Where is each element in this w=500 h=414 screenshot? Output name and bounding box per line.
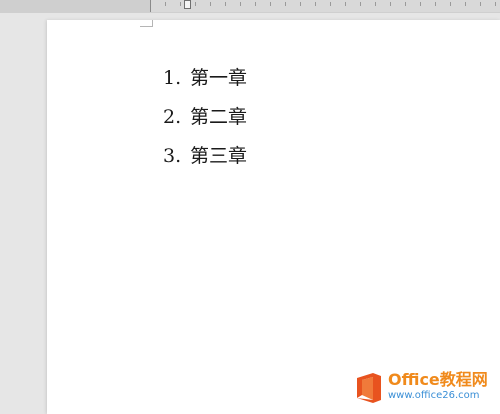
- list-item-number: 2.: [163, 106, 182, 128]
- list-item-text: 第一章: [190, 67, 248, 89]
- document-page[interactable]: 1. 第一章 2. 第二章 3. 第三章 Office教程网 www.office26…: [47, 20, 500, 414]
- list-item[interactable]: 2. 第二章: [163, 103, 247, 142]
- list-item-number: 3.: [163, 145, 182, 167]
- list-item-text: 第二章: [190, 106, 248, 128]
- watermark-title: Office教程网: [388, 370, 488, 389]
- page-corner-mark: [140, 20, 153, 27]
- site-watermark: Office教程网 www.office26.com: [354, 370, 494, 406]
- ruler-ticks: [151, 0, 500, 12]
- office-logo-icon: [357, 373, 381, 403]
- horizontal-ruler[interactable]: [0, 0, 500, 13]
- numbered-list: 1. 第一章 2. 第二章 3. 第三章: [163, 64, 247, 181]
- list-item[interactable]: 3. 第三章: [163, 142, 247, 181]
- ruler-margin-area: [0, 0, 150, 12]
- indent-marker-handle[interactable]: [184, 0, 191, 9]
- list-item[interactable]: 1. 第一章: [163, 64, 247, 103]
- watermark-url: www.office26.com: [388, 390, 480, 401]
- word-processor-window: 1. 第一章 2. 第二章 3. 第三章 Office教程网 www.office26…: [0, 0, 500, 414]
- list-item-text: 第三章: [190, 145, 248, 167]
- list-item-number: 1.: [163, 67, 182, 89]
